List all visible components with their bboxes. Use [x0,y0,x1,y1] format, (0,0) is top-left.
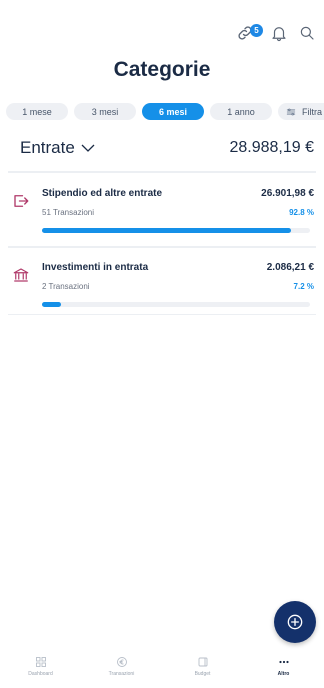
category-name: Investimenti in entrata [42,262,149,273]
section-type-dropdown[interactable]: Entrate [20,138,95,158]
transaction-count: 51 Transazioni [42,208,95,217]
progress-fill [42,302,62,307]
nav-budget[interactable]: Budget [163,654,243,688]
chevron-down-icon [81,144,95,152]
divider [8,171,316,173]
nav-transazioni[interactable]: Transazioni [82,654,162,688]
divider [8,314,316,315]
filter-button[interactable]: Filtra [278,103,324,120]
period-chip-6-months[interactable]: 6 mesi [142,103,204,120]
category-percent: 92.8 % [289,208,314,217]
period-chip-1-year[interactable]: 1 anno [210,103,272,120]
divider [8,246,316,248]
bottom-nav: Dashboard Transazioni Budget Altro [0,654,324,688]
nav-dashboard[interactable]: Dashboard [1,654,81,688]
category-percent: 7.2 % [293,282,314,291]
section-title: Entrate [20,138,75,157]
dashboard-icon [35,657,46,667]
category-row[interactable]: Investimenti in entrata 2.086,21 € 2 Tra… [10,262,314,312]
budget-icon [198,657,207,667]
section-total: 28.988,19 € [229,139,314,156]
more-icon [278,660,289,664]
euro-icon [116,657,127,667]
nav-label: Dashboard [28,671,53,677]
notification-count-badge: 5 [250,24,263,37]
period-chip-3-months[interactable]: 3 mesi [74,103,136,120]
page-title: Categorie [113,58,211,81]
filter-label: Filtra [302,106,322,117]
category-amount: 2.086,21 € [266,262,314,273]
nav-altro[interactable]: Altro [244,654,324,688]
section-header: Entrate 28.988,19 € [20,138,314,158]
period-selector: 1 mese 3 mesi 6 mesi 1 anno Filtra [6,103,324,123]
bank-icon [13,268,29,282]
category-name: Stipendio ed altre entrate [42,188,163,199]
filter-icon [286,108,296,115]
progress-fill [42,228,291,233]
period-chip-1-month[interactable]: 1 mese [6,103,68,120]
search-icon[interactable] [298,24,316,42]
progress-track [42,228,310,233]
nav-label: Altro [277,671,290,677]
category-amount: 26.901,98 € [261,188,314,199]
progress-track [42,302,310,307]
add-button[interactable] [274,601,316,643]
nav-label: Transazioni [108,671,135,677]
plus-circle-icon [287,614,303,630]
transaction-count: 2 Transazioni [42,282,90,291]
income-arrow-icon [14,195,29,207]
category-row[interactable]: Stipendio ed altre entrate 26.901,98 € 5… [10,188,314,238]
linked-accounts-button[interactable]: 5 [236,24,263,42]
nav-label: Budget [194,671,211,677]
bell-icon[interactable] [270,24,288,42]
top-actions: 5 [236,24,316,42]
